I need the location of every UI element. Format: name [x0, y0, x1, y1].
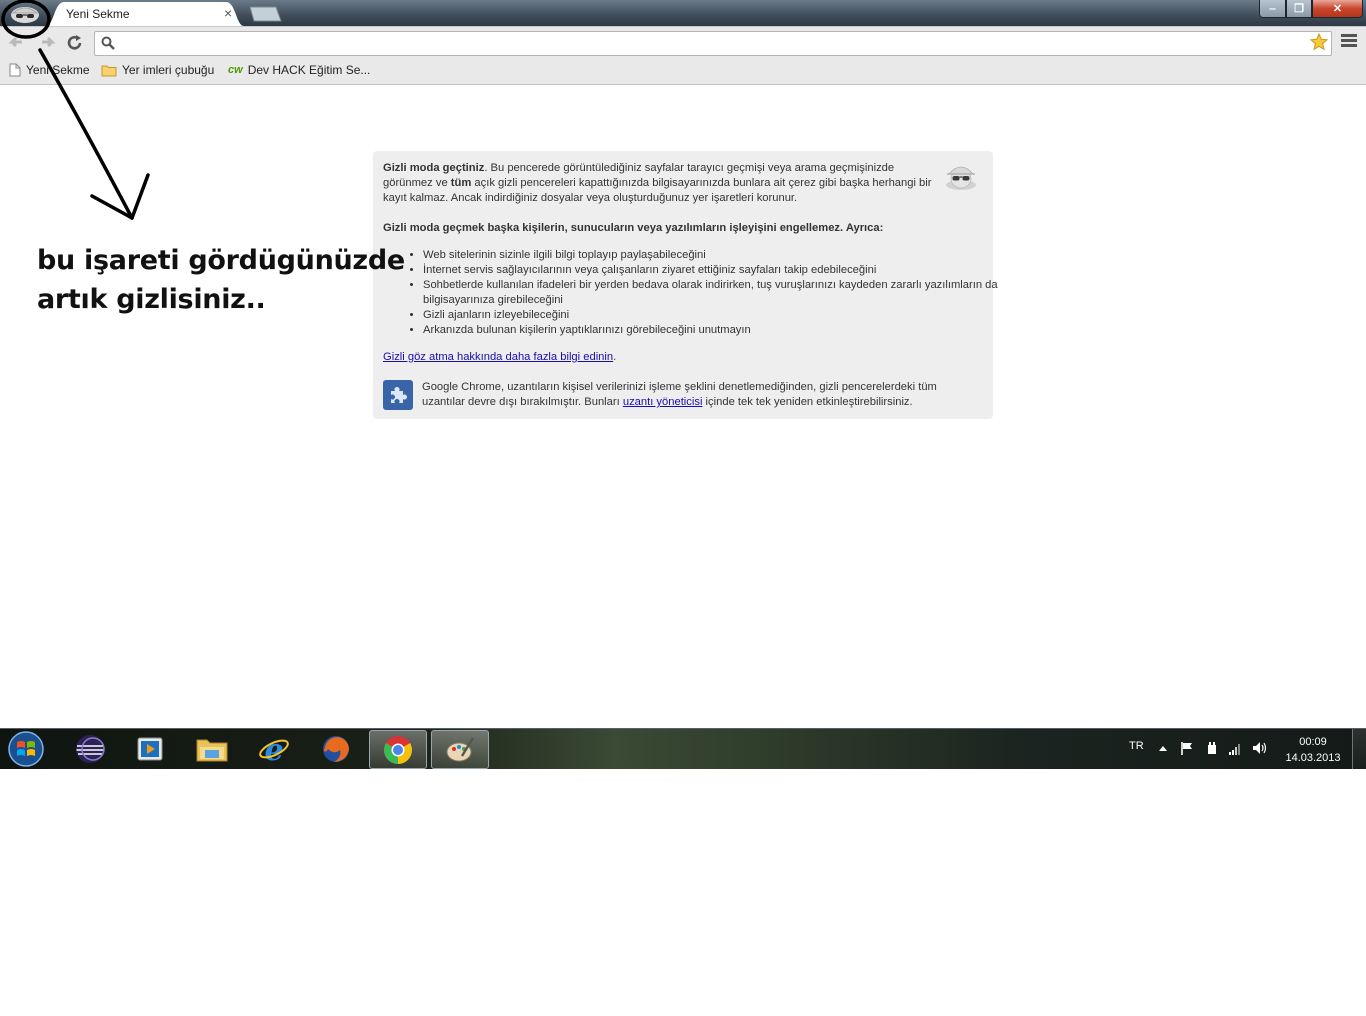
- list-item: İnternet servis sağlayıcılarının veya ça…: [423, 263, 1003, 278]
- system-tray: TR 00:09 14.03.2013: [1120, 729, 1366, 769]
- annotation-drawing: [1, 0, 150, 220]
- volume-icon[interactable]: [1252, 741, 1268, 755]
- show-hidden-icons-icon[interactable]: [1159, 745, 1167, 751]
- annotation-line-2: artık gizlisiniz..: [37, 284, 266, 315]
- clock[interactable]: 00:09 14.03.2013: [1278, 734, 1348, 766]
- taskbar-chrome[interactable]: [369, 730, 427, 769]
- clock-time: 00:09: [1299, 736, 1327, 748]
- show-desktop-button[interactable]: [1352, 729, 1366, 769]
- incognito-intro-paragraph: Gizli moda geçtiniz. Bu pencerede görünt…: [383, 161, 943, 206]
- annotation-line-1: bu işareti gördügünüzde: [37, 245, 405, 276]
- incognito-warning-list: Web sitelerinin sizinle ilgili bilgi top…: [383, 248, 1003, 338]
- power-plug-icon[interactable]: [1205, 741, 1219, 755]
- puzzle-piece-icon: [383, 380, 413, 410]
- annotation-arrow-head-right: [130, 173, 150, 220]
- firefox-icon: [323, 735, 349, 762]
- learn-more-suffix: .: [613, 351, 617, 363]
- close-button[interactable]: ✕: [1312, 0, 1363, 18]
- language-indicator[interactable]: TR: [1129, 740, 1144, 752]
- incognito-warning-heading: Gizli moda geçmek başka kişilerin, sunuc…: [383, 222, 884, 234]
- taskbar-firefox[interactable]: [308, 730, 364, 767]
- annotation-arrow-shaft: [38, 48, 134, 220]
- incognito-spy-icon: [946, 166, 976, 190]
- list-item: Sohbetlerde kullanılan ifadeleri bir yer…: [423, 278, 1003, 308]
- internet-explorer-icon: e: [259, 733, 289, 765]
- bookmark-star-icon[interactable]: [1309, 32, 1329, 55]
- svg-text:e: e: [264, 733, 283, 765]
- action-center-flag-icon[interactable]: [1180, 741, 1194, 755]
- list-item: Gizli ajanların izleyebileceğini: [423, 308, 1003, 323]
- paint-icon: [446, 736, 475, 761]
- folder-icon: [196, 739, 228, 761]
- taskbar: e TR 00:09 14.03.2013: [0, 728, 1366, 769]
- extension-manager-link[interactable]: uzantı yöneticisi: [623, 396, 703, 408]
- maximize-button[interactable]: ❐: [1286, 0, 1312, 18]
- network-signal-icon[interactable]: [1228, 741, 1242, 755]
- list-item: Arkanızda bulunan kişilerin yaptıklarını…: [423, 323, 1003, 338]
- extensions-notice-text: Google Chrome, uzantıların kişisel veril…: [422, 380, 982, 410]
- intro-bold-all: tüm: [450, 177, 472, 189]
- annotation-text: bu işareti gördügünüzde artık gizlisiniz…: [37, 241, 405, 319]
- incognito-info-panel: Gizli moda geçtiniz. Bu pencerede görünt…: [373, 151, 998, 419]
- taskbar-media-player[interactable]: [122, 730, 178, 767]
- chrome-menu-icon[interactable]: [1341, 34, 1357, 50]
- media-player-icon: [137, 737, 163, 760]
- taskbar-internet-explorer[interactable]: e: [246, 730, 302, 767]
- taskbar-file-explorer[interactable]: [184, 730, 240, 767]
- chrome-icon: [384, 735, 412, 764]
- start-button[interactable]: [6, 730, 46, 768]
- ext-text-b: içinde tek tek yeniden etkinleştirebilir…: [702, 396, 913, 408]
- taskbar-paint[interactable]: [431, 730, 489, 769]
- taskbar-eclipse[interactable]: [62, 730, 118, 767]
- list-item: Web sitelerinin sizinle ilgili bilgi top…: [423, 248, 1003, 263]
- minimize-button[interactable]: ‒: [1259, 0, 1286, 18]
- window-controls: ‒ ❐ ✕: [1259, 0, 1363, 19]
- learn-more-link[interactable]: Gizli göz atma hakkında daha fazla bilgi…: [383, 351, 613, 363]
- clock-date: 14.03.2013: [1285, 752, 1341, 764]
- eclipse-icon: [76, 734, 105, 763]
- annotation-circle: [1, 0, 51, 39]
- learn-more-line: Gizli göz atma hakkında daha fazla bilgi…: [383, 350, 616, 365]
